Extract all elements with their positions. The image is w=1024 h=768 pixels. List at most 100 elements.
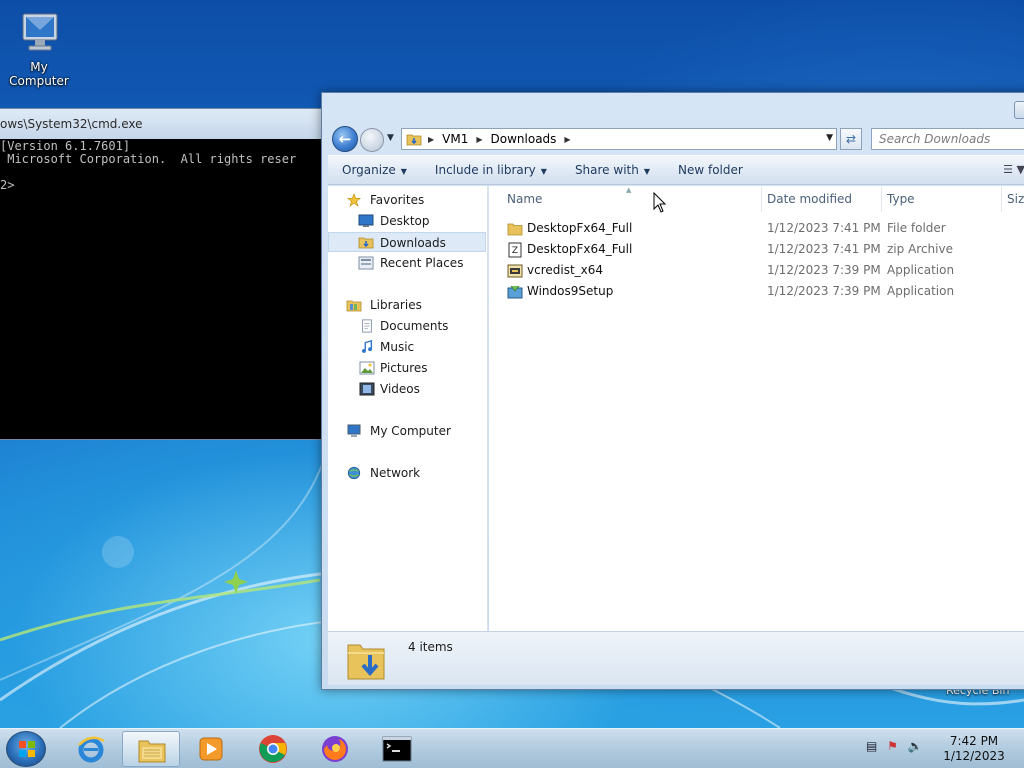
music-icon xyxy=(362,340,373,353)
nav-item-label: Pictures xyxy=(380,361,428,375)
back-button[interactable]: ← xyxy=(332,126,358,152)
nav-item-label: Documents xyxy=(380,319,449,333)
clock[interactable]: 7:42 PM 1/12/2023 xyxy=(936,734,1012,764)
folder-icon xyxy=(507,223,523,236)
file-name: Windos9Setup xyxy=(527,284,614,298)
taskbar: ▤ ⚑ 🔈 7:42 PM 1/12/2023 xyxy=(0,728,1024,768)
column-divider[interactable] xyxy=(1001,186,1002,212)
refresh-button[interactable]: ⇄ xyxy=(840,128,862,150)
nav-item-label: Music xyxy=(380,340,415,354)
include-in-library-label: Include in library xyxy=(434,163,536,177)
zip-icon: Z xyxy=(508,242,522,258)
include-in-library-button[interactable]: Include in library ▼ xyxy=(421,163,561,177)
taskbar-file-explorer[interactable] xyxy=(122,731,180,767)
view-options-icon[interactable]: ☰ ▼ xyxy=(1003,163,1024,176)
file-name: DesktopFx64_Full xyxy=(527,221,633,235)
svg-text:Z: Z xyxy=(512,246,518,256)
recent-pages-dropdown[interactable]: ▼ xyxy=(387,133,394,143)
start-button[interactable] xyxy=(6,731,46,767)
explorer-window[interactable]: ← ▼ ▶ VM1 ▶ Downloads ▶ ▼ ⇄ Search Downl… xyxy=(321,92,1024,690)
new-folder-label: New folder xyxy=(678,163,743,177)
file-date: 1/12/2023 7:39 PM xyxy=(767,263,881,277)
nav-my-computer[interactable]: My Computer xyxy=(328,421,486,441)
cmd-title: ows\System32\cmd.exe xyxy=(0,117,143,131)
mouse-cursor-icon xyxy=(653,192,667,213)
nav-item-documents[interactable]: Documents xyxy=(328,316,486,336)
nav-item-recent-places[interactable]: Recent Places xyxy=(328,253,486,273)
column-divider[interactable] xyxy=(761,186,762,212)
address-bar[interactable]: ▶ VM1 ▶ Downloads ▶ ▼ xyxy=(401,128,837,150)
cmd-prompt: 2> xyxy=(0,178,15,192)
file-row[interactable]: vcredist_x64 1/12/2023 7:39 PM Applicati… xyxy=(489,260,1024,281)
breadcrumb-separator-icon[interactable]: ▶ xyxy=(428,135,434,144)
network-tray-icon[interactable]: ▤ xyxy=(866,739,877,753)
firefox-icon xyxy=(322,736,348,762)
taskbar-internet-explorer[interactable] xyxy=(62,731,120,767)
nav-item-videos[interactable]: Videos xyxy=(328,379,486,399)
organize-button[interactable]: Organize ▼ xyxy=(328,163,421,177)
taskbar-chrome[interactable] xyxy=(244,731,302,767)
nav-item-label: Videos xyxy=(380,382,420,396)
nav-libraries-label: Libraries xyxy=(370,298,422,312)
pictures-icon xyxy=(359,361,375,375)
nav-item-downloads[interactable]: Downloads xyxy=(328,232,486,252)
search-input[interactable]: Search Downloads xyxy=(871,128,1024,150)
sort-up-icon: ▲ xyxy=(626,186,632,194)
new-folder-button[interactable]: New folder xyxy=(664,163,757,177)
volume-icon[interactable]: 🔈 xyxy=(908,739,923,753)
computer-icon xyxy=(347,424,361,437)
setup-icon xyxy=(507,285,523,299)
media-player-icon xyxy=(199,737,223,761)
forward-button[interactable] xyxy=(360,128,384,152)
cmd-title-bar[interactable]: ows\System32\cmd.exe xyxy=(0,109,323,139)
column-name[interactable]: Name xyxy=(507,192,542,206)
share-with-button[interactable]: Share with ▼ xyxy=(561,163,664,177)
file-row[interactable]: Z DesktopFx64_Full 1/12/2023 7:41 PM zip… xyxy=(489,239,1024,260)
taskbar-firefox[interactable] xyxy=(306,731,364,767)
cmd-window[interactable]: ows\System32\cmd.exe [Version 6.1.7601] … xyxy=(0,108,324,440)
file-type: zip Archive xyxy=(887,242,953,256)
file-type: Application xyxy=(887,284,955,298)
nav-item-pictures[interactable]: Pictures xyxy=(328,358,486,378)
breadcrumb-vm1[interactable]: VM1 xyxy=(442,132,468,146)
taskbar-cmd[interactable] xyxy=(368,731,426,767)
refresh-icon: ⇄ xyxy=(845,132,857,146)
file-date: 1/12/2023 7:41 PM xyxy=(767,221,881,235)
my-computer-icon xyxy=(15,8,63,56)
address-row: ← ▼ ▶ VM1 ▶ Downloads ▶ ▼ ⇄ Search Downl… xyxy=(330,125,1024,153)
file-name: vcredist_x64 xyxy=(527,263,604,277)
nav-network[interactable]: Network xyxy=(328,463,486,483)
desktop-icon-my-computer[interactable]: My Computer xyxy=(0,8,79,88)
nav-libraries[interactable]: Libraries xyxy=(328,295,486,315)
nav-my-computer-label: My Computer xyxy=(370,424,451,438)
column-header-row: ▲ Name Date modified Type Size xyxy=(489,186,1024,212)
address-dropdown-icon[interactable]: ▼ xyxy=(826,133,833,143)
network-icon xyxy=(347,466,361,480)
nav-item-label: Desktop xyxy=(380,214,430,228)
recent-places-icon xyxy=(358,256,374,270)
breadcrumb-separator-icon[interactable]: ▶ xyxy=(476,135,482,144)
cmd-console[interactable]: [Version 6.1.7601] Microsoft Corporation… xyxy=(0,139,323,439)
minimize-button[interactable] xyxy=(1014,101,1024,119)
file-row[interactable]: Windos9Setup 1/12/2023 7:39 PM Applicati… xyxy=(489,281,1024,302)
desktop-icon xyxy=(358,214,374,227)
item-count: 4 items xyxy=(408,640,453,654)
column-divider[interactable] xyxy=(881,186,882,212)
action-center-icon[interactable]: ⚑ xyxy=(887,739,898,753)
nav-favorites-label: Favorites xyxy=(370,193,425,207)
nav-item-label: Downloads xyxy=(380,236,446,250)
nav-favorites[interactable]: Favorites xyxy=(328,190,486,210)
taskbar-media-player[interactable] xyxy=(182,731,240,767)
installer-icon xyxy=(507,264,523,278)
column-type[interactable]: Type xyxy=(887,192,915,206)
file-type: File folder xyxy=(887,221,946,235)
breadcrumb-separator-icon[interactable]: ▶ xyxy=(564,135,570,144)
nav-item-music[interactable]: Music xyxy=(328,337,486,357)
nav-item-desktop[interactable]: Desktop xyxy=(328,211,486,231)
breadcrumb-downloads[interactable]: Downloads xyxy=(491,132,557,146)
column-date-modified[interactable]: Date modified xyxy=(767,192,852,206)
column-size[interactable]: Size xyxy=(1007,192,1024,206)
file-name: DesktopFx64_Full xyxy=(527,242,633,256)
file-row[interactable]: DesktopFx64_Full 1/12/2023 7:41 PM File … xyxy=(489,218,1024,239)
cmd-icon xyxy=(382,736,412,762)
